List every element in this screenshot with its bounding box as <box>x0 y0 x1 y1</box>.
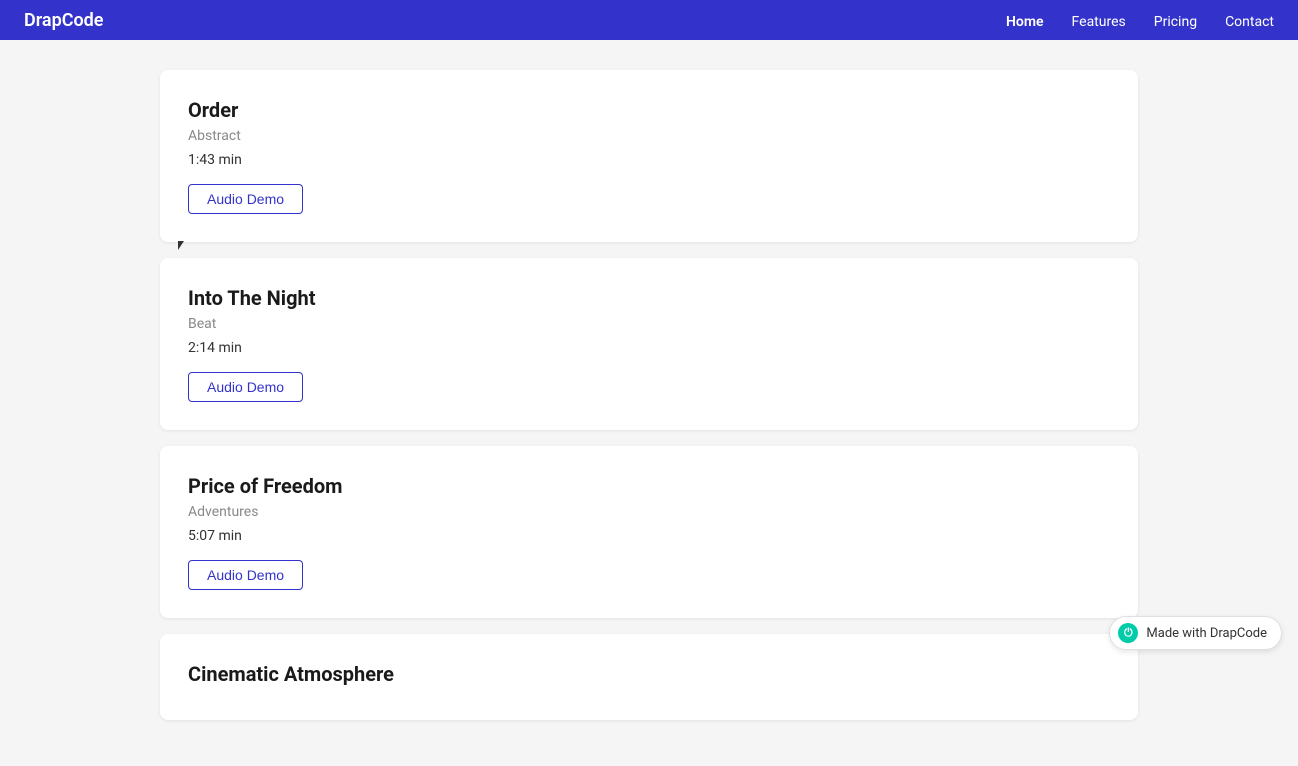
card-title-price-of-freedom: Price of Freedom <box>188 474 1110 498</box>
nav-item-features[interactable]: Features <box>1072 11 1126 30</box>
card-cinematic-atmosphere: Cinematic Atmosphere <box>160 634 1138 720</box>
navbar: DrapCode Home Features Pricing Contact <box>0 0 1298 40</box>
nav-link-features[interactable]: Features <box>1072 14 1126 30</box>
card-duration-price-of-freedom: 5:07 min <box>188 528 1110 544</box>
card-genre-order: Abstract <box>188 128 1110 144</box>
card-duration-into-the-night: 2:14 min <box>188 340 1110 356</box>
badge-icon: ⏻ <box>1118 623 1138 643</box>
nav-item-home[interactable]: Home <box>1006 11 1044 30</box>
card-price-of-freedom: Price of Freedom Adventures 5:07 min Aud… <box>160 446 1138 618</box>
card-order: Order Abstract 1:43 min Audio Demo <box>160 70 1138 242</box>
card-title-into-the-night: Into The Night <box>188 286 1110 310</box>
card-into-the-night: Into The Night Beat 2:14 min Audio Demo <box>160 258 1138 430</box>
card-genre-into-the-night: Beat <box>188 316 1110 332</box>
brand-logo: DrapCode <box>24 10 1006 31</box>
nav-link-contact[interactable]: Contact <box>1225 14 1274 30</box>
made-with-badge[interactable]: ⏻ Made with DrapCode <box>1109 616 1282 650</box>
nav-item-contact[interactable]: Contact <box>1225 11 1274 30</box>
nav-links: Home Features Pricing Contact <box>1006 11 1274 30</box>
audio-demo-button-into-the-night[interactable]: Audio Demo <box>188 372 303 402</box>
main-content: Order Abstract 1:43 min Audio Demo Into … <box>0 40 1298 766</box>
card-genre-price-of-freedom: Adventures <box>188 504 1110 520</box>
nav-link-home[interactable]: Home <box>1006 14 1044 30</box>
nav-link-pricing[interactable]: Pricing <box>1154 14 1197 30</box>
card-title-order: Order <box>188 98 1110 122</box>
audio-demo-button-price-of-freedom[interactable]: Audio Demo <box>188 560 303 590</box>
nav-item-pricing[interactable]: Pricing <box>1154 11 1197 30</box>
audio-demo-button-order[interactable]: Audio Demo <box>188 184 303 214</box>
card-duration-order: 1:43 min <box>188 152 1110 168</box>
badge-label: Made with DrapCode <box>1146 626 1267 641</box>
